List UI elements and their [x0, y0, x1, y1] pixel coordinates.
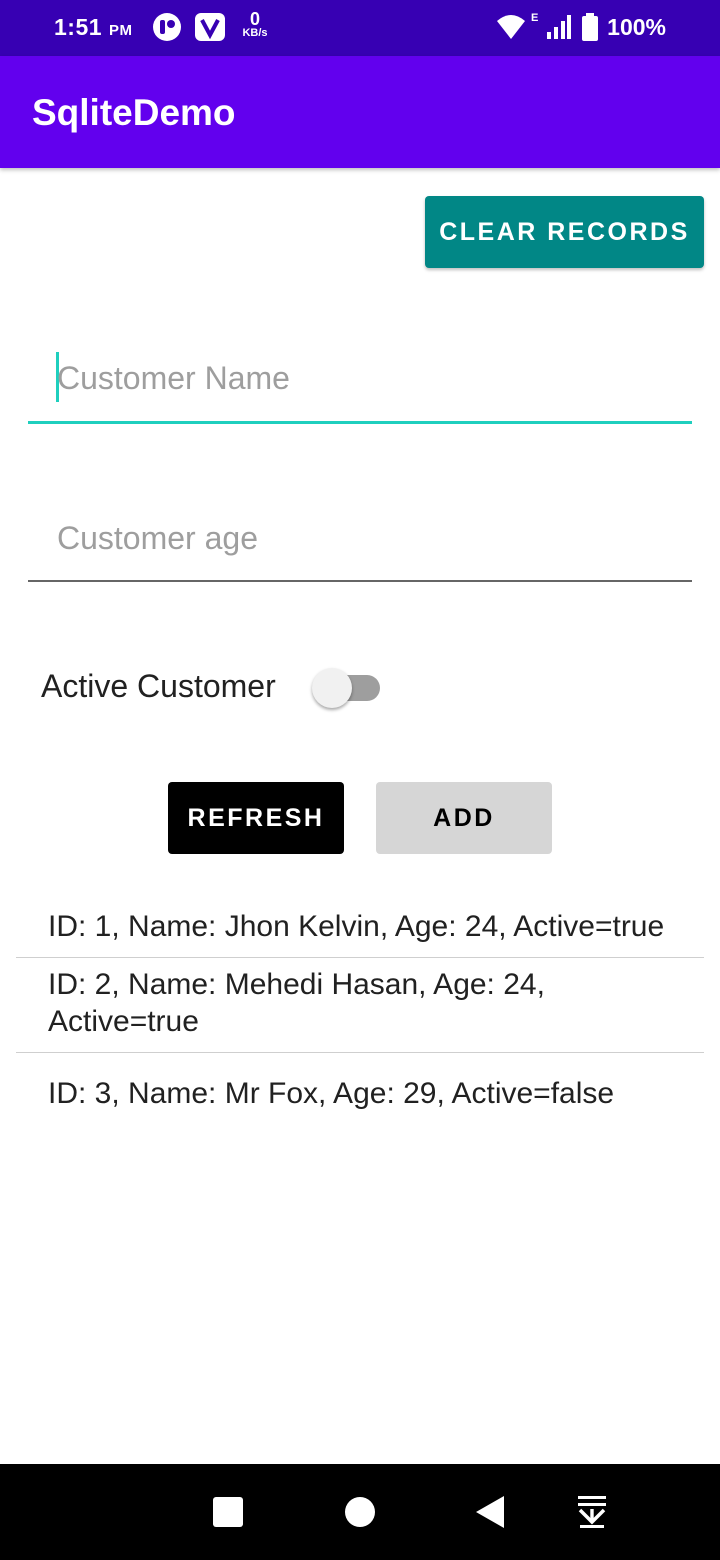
- app-notification-icon: [152, 12, 182, 47]
- network-speed: 0 KB/s: [238, 10, 272, 39]
- add-button[interactable]: ADD: [376, 782, 552, 854]
- list-item[interactable]: ID: 1, Name: Jhon Kelvin, Age: 24, Activ…: [16, 900, 704, 958]
- battery-icon: [582, 13, 598, 46]
- app-bar: SqliteDemo: [0, 56, 720, 168]
- records-list: ID: 1, Name: Jhon Kelvin, Age: 24, Activ…: [16, 900, 704, 1124]
- network-speed-value: 0: [249, 9, 260, 29]
- list-item[interactable]: ID: 2, Name: Mehedi Hasan, Age: 24, Acti…: [16, 958, 704, 1053]
- customer-age-field[interactable]: Customer age: [28, 500, 692, 582]
- customer-name-field[interactable]: Customer Name: [28, 340, 692, 424]
- status-time: 1:51 PM: [54, 14, 132, 41]
- wifi-icon: [496, 14, 526, 45]
- switch-thumb: [312, 668, 352, 708]
- home-circle-icon[interactable]: [330, 1464, 390, 1560]
- status-time-value: 1:51: [54, 14, 103, 40]
- network-speed-unit: KB/s: [242, 27, 268, 39]
- status-bar: 1:51 PM 0 KB/s E 100%: [0, 0, 720, 56]
- active-customer-label: Active Customer: [41, 668, 276, 704]
- refresh-button[interactable]: REFRESH: [168, 782, 344, 854]
- list-item[interactable]: ID: 3, Name: Mr Fox, Age: 29, Active=fal…: [16, 1053, 704, 1124]
- battery-level: 100%: [607, 14, 666, 40]
- clear-records-button[interactable]: CLEAR RECORDS: [425, 196, 704, 268]
- vpn-notification-icon: [194, 12, 226, 47]
- customer-name-placeholder: Customer Name: [57, 360, 290, 396]
- signal-icon: [546, 14, 572, 45]
- network-type: E: [531, 12, 539, 24]
- app-title: SqliteDemo: [32, 92, 236, 133]
- status-time-ampm: PM: [108, 22, 133, 39]
- active-customer-switch[interactable]: [312, 666, 382, 710]
- recents-square-icon[interactable]: [198, 1464, 258, 1560]
- notification-pulldown-icon[interactable]: [562, 1464, 622, 1560]
- back-triangle-icon[interactable]: [460, 1464, 520, 1560]
- navigation-bar: [0, 1464, 720, 1560]
- customer-age-placeholder: Customer age: [57, 520, 258, 556]
